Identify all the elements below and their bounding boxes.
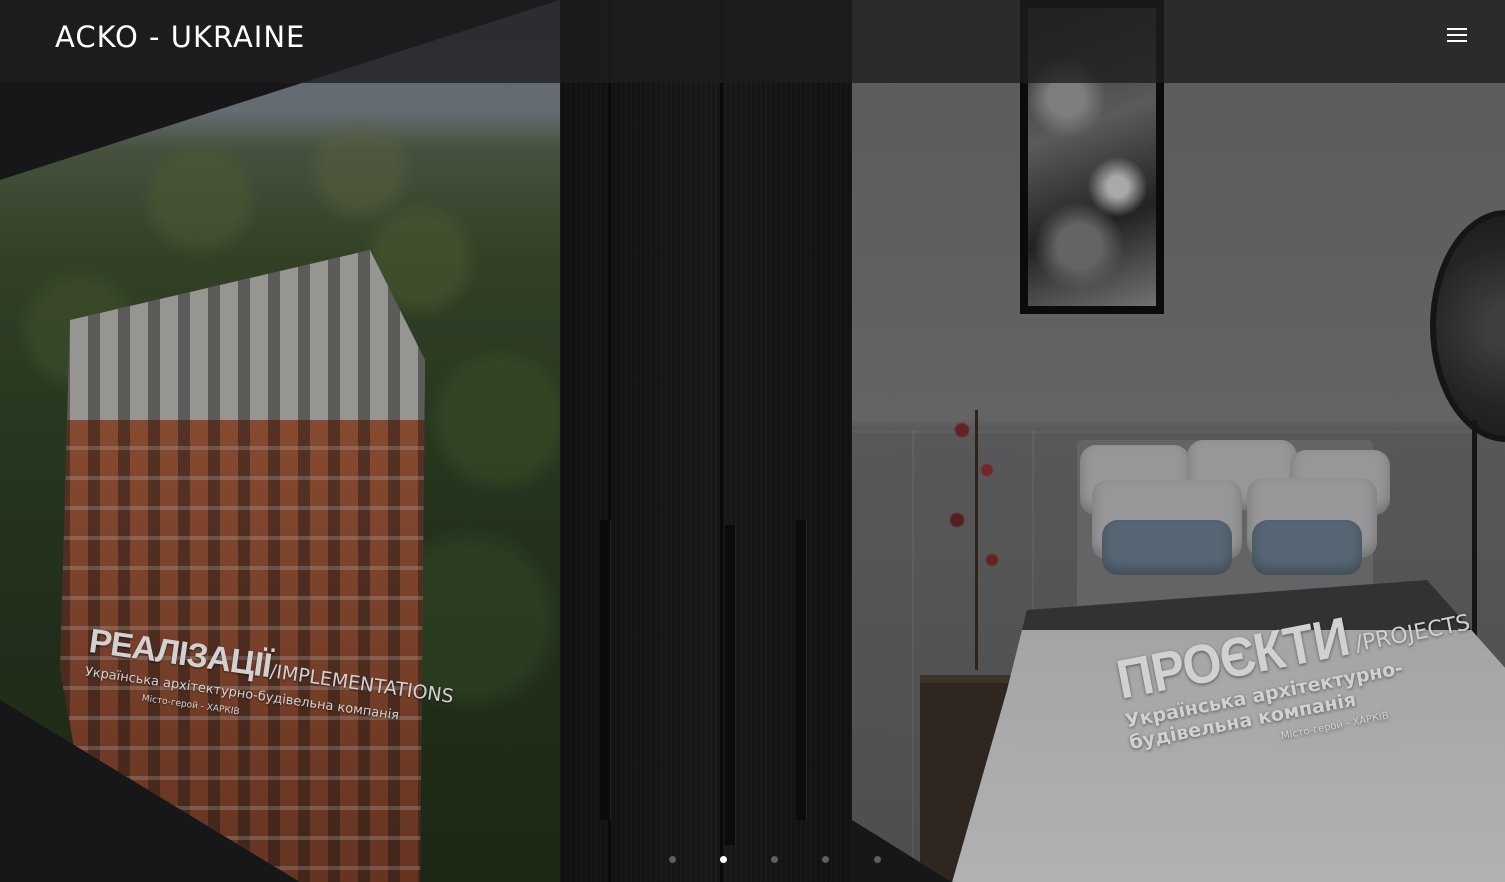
slider-dot-2[interactable] <box>720 856 727 863</box>
door-handle <box>600 520 610 820</box>
door-handle <box>796 520 806 820</box>
slider-dot-4[interactable] <box>822 856 829 863</box>
decor-branch <box>942 410 1012 670</box>
residential-tower-image <box>60 250 425 882</box>
floor-lamp <box>1430 210 1505 442</box>
pillow <box>1102 520 1232 575</box>
site-logo[interactable]: ACKO - UKRAINE <box>55 20 305 54</box>
slider-pagination <box>664 852 894 868</box>
hamburger-menu-icon[interactable] <box>1444 25 1470 45</box>
slide-wood-door[interactable] <box>560 0 852 882</box>
slider-dot-3[interactable] <box>771 856 778 863</box>
slide-implementations[interactable] <box>0 0 560 882</box>
slider-dot-5[interactable] <box>874 856 881 863</box>
hero-slider: РЕАЛІЗАЦІЇ/IMPLEMENTATIONS Українська ар… <box>0 0 1505 882</box>
pillow <box>1252 520 1362 575</box>
door-handle <box>725 525 735 845</box>
door-seam <box>720 0 723 882</box>
site-header: ACKO - UKRAINE <box>0 0 1505 83</box>
slider-dot-1[interactable] <box>669 856 676 863</box>
